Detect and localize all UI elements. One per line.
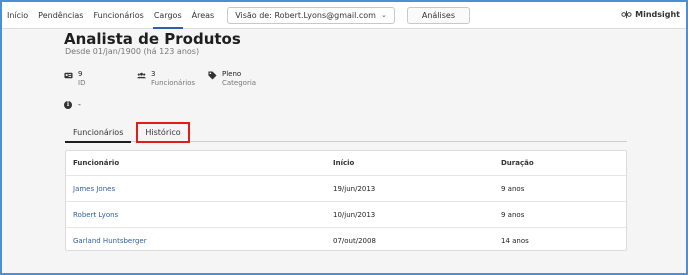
mindsight-logo-icon <box>621 10 632 19</box>
nav-item-areas[interactable]: Áreas <box>187 2 220 29</box>
users-icon <box>137 72 146 79</box>
stat-id: 9 ID <box>64 70 85 88</box>
column-header-inicio[interactable]: Início <box>333 159 354 167</box>
employees-table: Funcionário Início Duração James Jones 1… <box>65 150 627 251</box>
view-as-dropdown[interactable]: Visão de: Robert.Lyons@gmail.com ⌄ <box>227 6 395 24</box>
tab-funcionarios[interactable]: Funcionários <box>65 123 132 143</box>
id-card-icon <box>64 72 73 79</box>
page-title: Analista de Produtos <box>64 30 241 48</box>
duration: 9 anos <box>501 210 525 219</box>
employee-link[interactable]: James Jones <box>73 185 115 193</box>
info-text: - <box>78 100 81 109</box>
stat-id-value: 9 <box>78 70 83 78</box>
employee-link[interactable]: Garland Huntsberger <box>73 237 147 245</box>
column-header-funcionario[interactable]: Funcionário <box>73 159 119 167</box>
nav-item-funcionarios[interactable]: Funcionários <box>88 2 148 29</box>
page-subtitle: Desde 01/jan/1900 (há 123 anos) <box>65 47 200 56</box>
tab-historico[interactable]: Histórico <box>136 122 190 143</box>
column-header-duracao[interactable]: Duração <box>501 159 534 167</box>
info-icon: i <box>64 100 72 109</box>
nav-item-pendencias[interactable]: Pendências <box>33 2 88 29</box>
nav-item-inicio[interactable]: Início <box>2 2 33 29</box>
table-row: Garland Huntsberger 07/out/2008 14 anos <box>66 228 626 254</box>
view-as-label: Visão de: Robert.Lyons@gmail.com <box>235 10 376 20</box>
table-header: Funcionário Início Duração <box>66 151 626 176</box>
table-row: James Jones 19/jun/2013 9 anos <box>66 176 626 202</box>
info-line: i - <box>64 100 81 109</box>
chevron-down-icon: ⌄ <box>380 11 387 19</box>
app-window: Início Pendências Funcionários Cargos Ár… <box>0 0 688 275</box>
tab-bar: Funcionários Histórico <box>65 122 627 143</box>
nav-item-cargos[interactable]: Cargos <box>149 2 187 29</box>
start-date: 07/out/2008 <box>333 237 376 245</box>
duration: 14 anos <box>501 237 529 245</box>
analises-button[interactable]: Análises <box>406 6 470 24</box>
start-date: 19/jun/2013 <box>333 184 376 193</box>
stat-funcionarios: 3 Funcionários <box>137 70 195 88</box>
table-row: Robert Lyons 10/jun/2013 9 anos <box>66 202 626 228</box>
top-navigation: Início Pendências Funcionários Cargos Ár… <box>2 2 686 29</box>
stat-id-label: ID <box>78 79 86 87</box>
stat-categoria: Pleno Categoria <box>208 70 256 88</box>
duration: 9 anos <box>501 184 525 193</box>
stat-categoria-label: Categoria <box>222 79 257 87</box>
logo-text: Mindsight <box>635 10 680 19</box>
tag-icon <box>208 71 217 80</box>
stat-categoria-value: Pleno <box>222 70 242 78</box>
mindsight-logo: Mindsight <box>621 9 680 20</box>
stat-funcionarios-label: Funcionários <box>151 79 196 87</box>
employee-link[interactable]: Robert Lyons <box>73 211 118 219</box>
start-date: 10/jun/2013 <box>333 210 376 219</box>
stat-funcionarios-value: 3 <box>151 70 156 78</box>
